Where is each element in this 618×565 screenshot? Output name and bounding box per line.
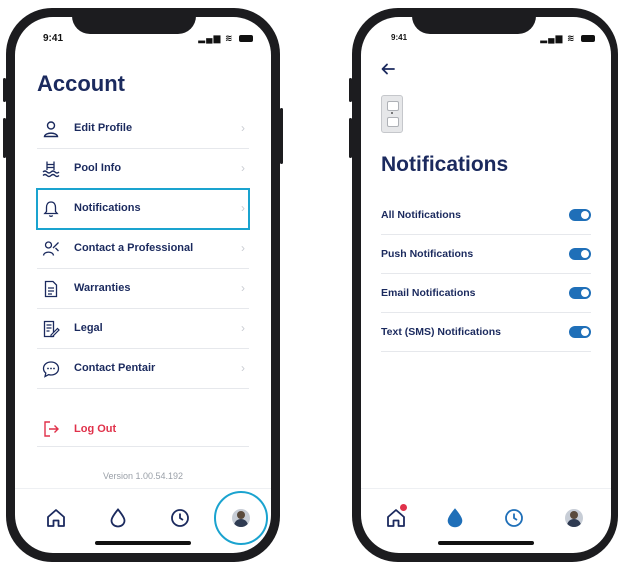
avatar[interactable] bbox=[565, 509, 583, 527]
notch bbox=[72, 8, 196, 34]
notification-row-all: All Notifications bbox=[381, 196, 591, 235]
menu-item-contact-pentair[interactable]: Contact Pentair › bbox=[37, 349, 249, 389]
all-notifications-toggle[interactable] bbox=[569, 209, 591, 221]
notification-label: All Notifications bbox=[381, 209, 461, 221]
logout-button[interactable]: Log Out bbox=[37, 415, 249, 447]
notifications-screen: 9:41 ▂▄▆ ≋ Notifications All Notificatio… bbox=[361, 17, 611, 553]
home-indicator bbox=[95, 541, 191, 545]
notification-row-email: Email Notifications bbox=[381, 274, 591, 313]
chevron-right-icon: › bbox=[241, 161, 245, 175]
tab-bar bbox=[15, 488, 271, 553]
menu-item-label: Pool Info bbox=[74, 162, 122, 174]
side-button bbox=[349, 78, 352, 102]
status-icons: ▂▄▆ ≋ bbox=[198, 33, 253, 44]
profile-tab-highlight bbox=[214, 491, 268, 545]
menu-item-label: Contact Pentair bbox=[74, 362, 156, 374]
notification-badge bbox=[399, 503, 408, 512]
logout-icon bbox=[44, 421, 59, 437]
menu-item-label: Contact a Professional bbox=[74, 242, 194, 254]
phone-notifications: 9:41 ▂▄▆ ≋ Notifications All Notificatio… bbox=[349, 8, 618, 562]
push-notifications-toggle[interactable] bbox=[569, 248, 591, 260]
menu-item-label: Notifications bbox=[74, 202, 141, 214]
menu-item-label: Legal bbox=[74, 322, 103, 334]
signal-icon: ▂▄▆ bbox=[540, 33, 564, 43]
status-time: 9:41 bbox=[391, 33, 408, 42]
side-button bbox=[3, 118, 6, 158]
status-icons: ▂▄▆ ≋ bbox=[540, 33, 595, 44]
notch bbox=[412, 8, 536, 34]
side-button bbox=[349, 118, 352, 158]
menu-item-legal[interactable]: Legal › bbox=[37, 309, 249, 349]
chevron-right-icon: › bbox=[241, 281, 245, 295]
pool-icon bbox=[42, 161, 60, 178]
tab-water[interactable] bbox=[444, 507, 466, 529]
notification-label: Text (SMS) Notifications bbox=[381, 326, 501, 338]
page-title: Account bbox=[37, 71, 125, 96]
battery-icon bbox=[581, 35, 595, 43]
outlet-device-image bbox=[381, 95, 403, 133]
status-time: 9:41 bbox=[43, 33, 64, 44]
tab-home[interactable] bbox=[45, 507, 67, 529]
bell-icon bbox=[43, 201, 59, 217]
tab-schedule[interactable] bbox=[169, 507, 191, 529]
legal-icon bbox=[43, 320, 60, 338]
chevron-right-icon: › bbox=[241, 121, 245, 135]
person-icon bbox=[43, 121, 59, 138]
home-icon bbox=[387, 509, 405, 527]
account-screen: 9:41 ▂▄▆ ≋ Account Edit Profile › Pool I… bbox=[15, 17, 271, 553]
sms-notifications-toggle[interactable] bbox=[569, 326, 591, 338]
notification-label: Push Notifications bbox=[381, 248, 474, 260]
logout-label: Log Out bbox=[74, 423, 117, 435]
menu-item-pool-info[interactable]: Pool Info › bbox=[37, 149, 249, 189]
notification-row-sms: Text (SMS) Notifications bbox=[381, 313, 591, 352]
menu-item-edit-profile[interactable]: Edit Profile › bbox=[37, 109, 249, 149]
battery-icon bbox=[239, 35, 253, 43]
home-icon bbox=[47, 509, 65, 527]
menu-item-label: Edit Profile bbox=[74, 122, 133, 134]
tab-water[interactable] bbox=[107, 507, 129, 529]
wifi-icon: ≋ bbox=[224, 33, 234, 43]
side-button bbox=[3, 78, 6, 102]
menu-item-label: Warranties bbox=[74, 282, 131, 294]
menu-item-notifications[interactable]: Notifications › bbox=[36, 188, 250, 230]
chevron-right-icon: › bbox=[241, 361, 245, 375]
notification-row-push: Push Notifications bbox=[381, 235, 591, 274]
email-notifications-toggle[interactable] bbox=[569, 287, 591, 299]
phone-account: 9:41 ▂▄▆ ≋ Account Edit Profile › Pool I… bbox=[3, 8, 283, 562]
side-button bbox=[280, 108, 283, 164]
signal-icon: ▂▄▆ bbox=[198, 33, 222, 43]
notification-label: Email Notifications bbox=[381, 287, 476, 299]
professional-icon bbox=[42, 241, 59, 256]
back-arrow-icon[interactable] bbox=[381, 63, 395, 75]
water-drop-icon bbox=[110, 508, 126, 528]
document-icon bbox=[44, 280, 58, 298]
tab-bar bbox=[361, 488, 611, 553]
menu-item-contact-professional[interactable]: Contact a Professional › bbox=[37, 229, 249, 269]
tab-schedule[interactable] bbox=[503, 507, 525, 529]
chevron-right-icon: › bbox=[241, 241, 245, 255]
chevron-right-icon: › bbox=[241, 321, 245, 335]
page-title: Notifications bbox=[381, 153, 509, 176]
version-text: Version 1.00.54.192 bbox=[102, 471, 184, 481]
chevron-right-icon: › bbox=[241, 201, 245, 215]
water-drop-icon bbox=[447, 508, 463, 528]
home-indicator bbox=[438, 541, 534, 545]
chat-icon bbox=[42, 361, 60, 378]
menu-item-warranties[interactable]: Warranties › bbox=[37, 269, 249, 309]
wifi-icon: ≋ bbox=[566, 33, 576, 43]
